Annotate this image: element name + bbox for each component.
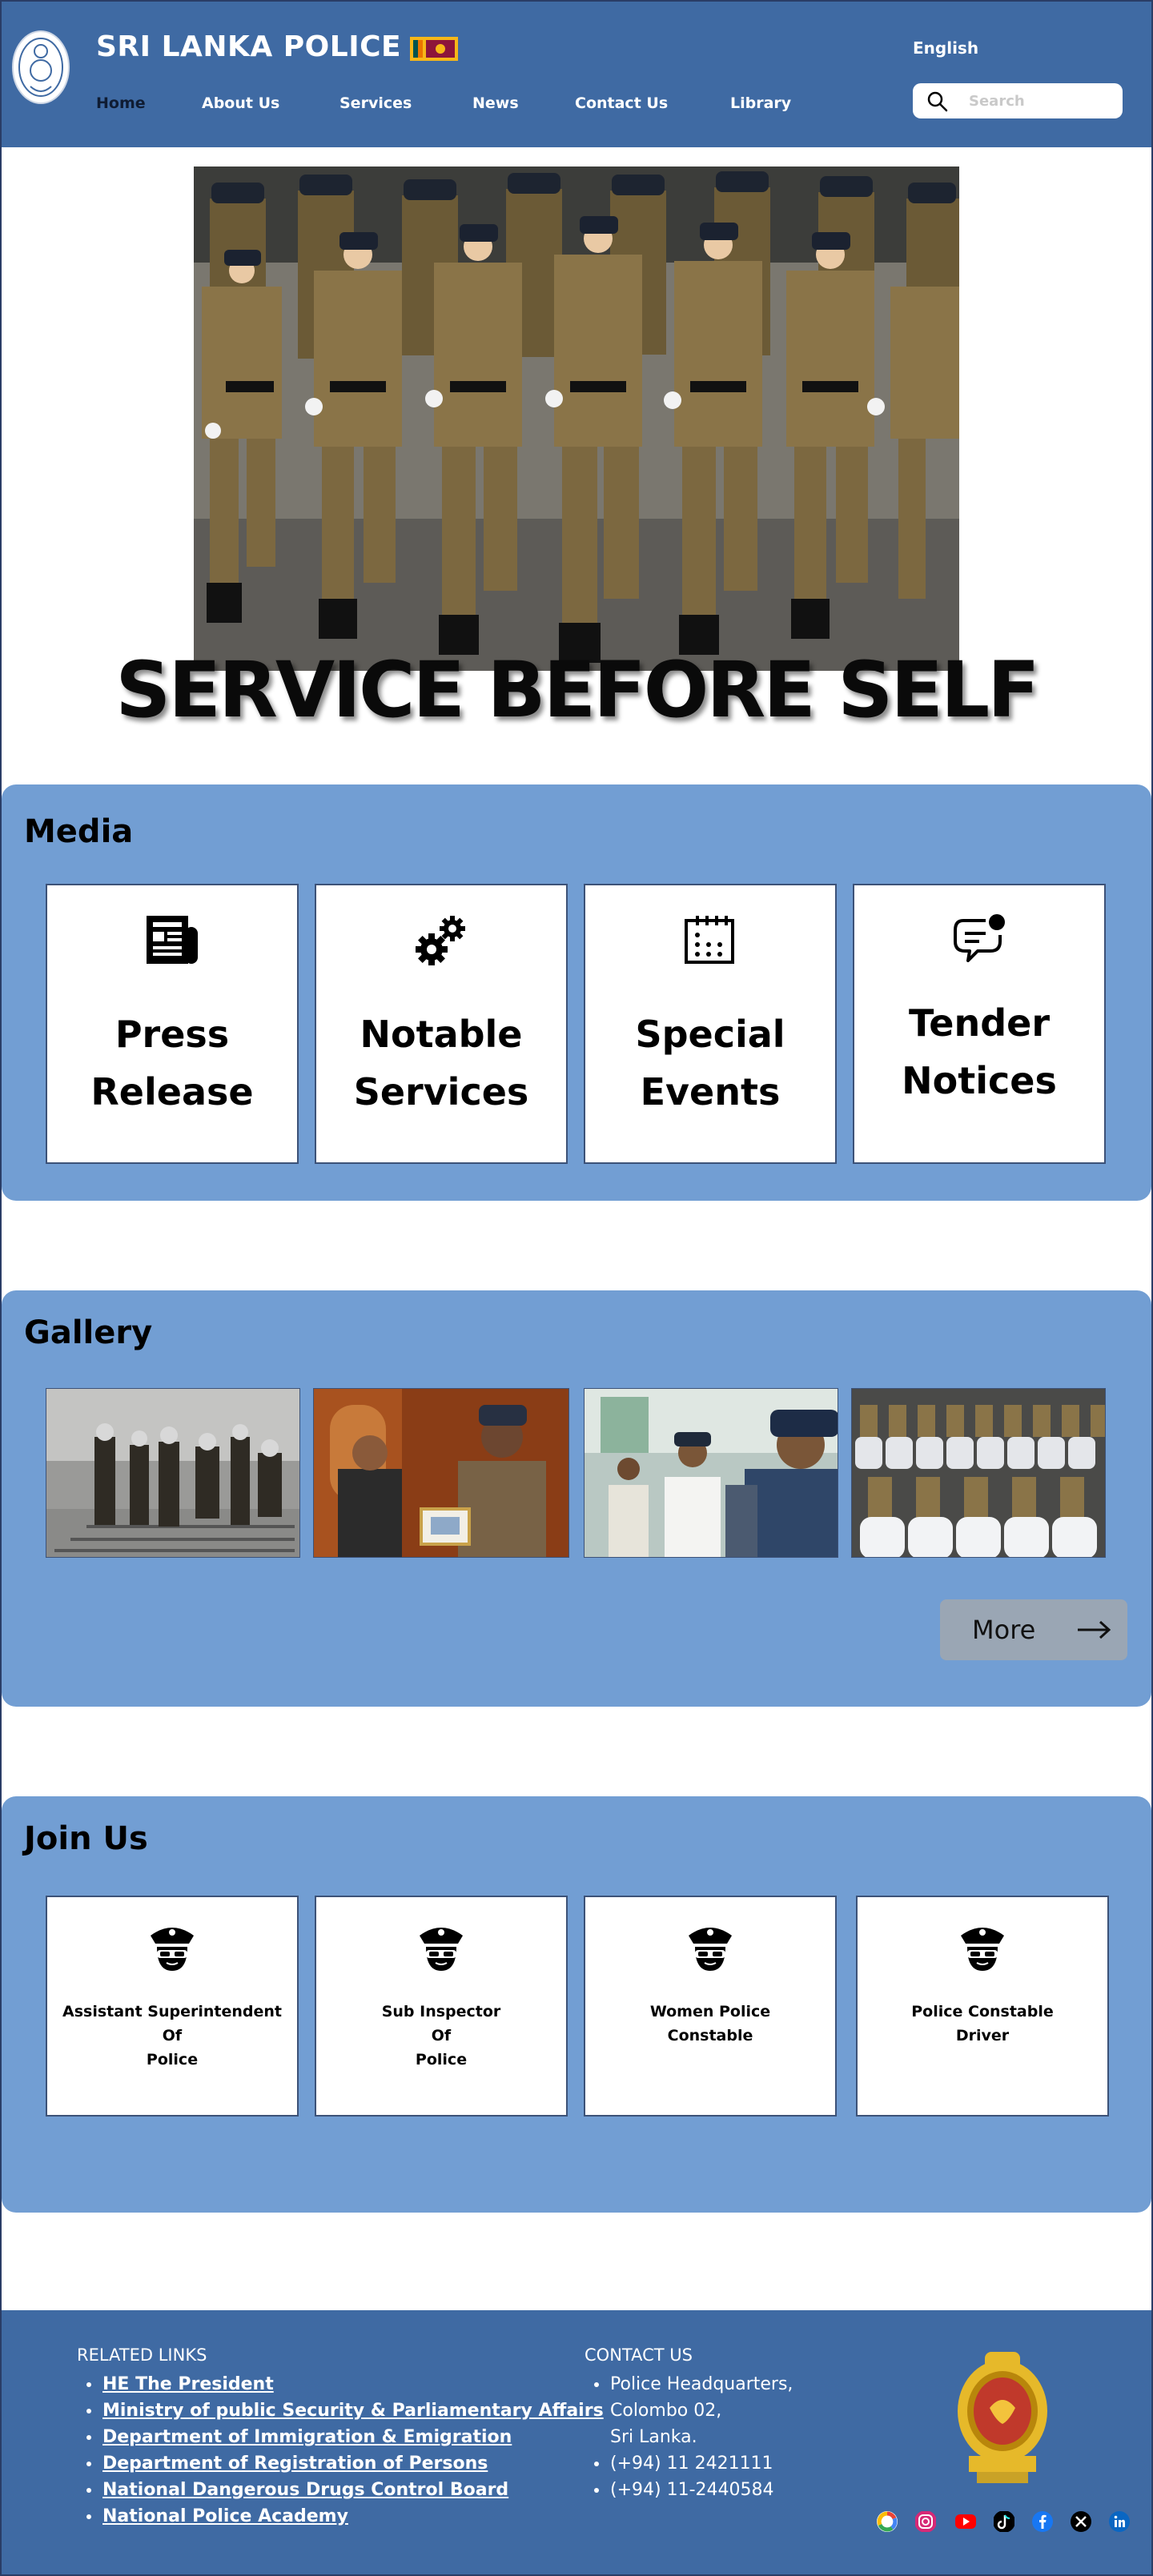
related-links-list: HE The President Ministry of public Secu… <box>77 2371 604 2530</box>
contact-list: Police Headquarters, Colombo 02, Sri Lan… <box>585 2371 793 2503</box>
link-ministry-public-security[interactable]: Ministry of public Security & Parliament… <box>102 2401 604 2421</box>
related-link-item: Ministry of public Security & Parliament… <box>77 2397 604 2424</box>
nav-services[interactable]: Services <box>339 94 412 112</box>
gallery-more-button[interactable]: More <box>940 1599 1127 1660</box>
join-us-section-title: Join Us <box>24 1820 148 1857</box>
police-officer-icon <box>689 1928 732 1971</box>
notable-services-card[interactable]: Notable Services <box>315 884 568 1164</box>
tender-notices-card[interactable]: Tender Notices <box>853 884 1106 1164</box>
police-officer-icon <box>420 1928 463 1971</box>
hero-tagline: SERVICE BEFORE SELF <box>115 645 1039 735</box>
related-link-item: Department of Registration of Persons <box>77 2450 604 2477</box>
gears-icon <box>416 916 465 965</box>
join-card-women-police-constable[interactable]: Women Police Constable <box>584 1896 837 2117</box>
language-selector[interactable]: English <box>913 38 978 58</box>
special-events-card[interactable]: Special Events <box>584 884 837 1164</box>
join-card-sub-inspector[interactable]: Sub Inspector Of Police <box>315 1896 568 2117</box>
join-card-label: Sub Inspector Of Police <box>381 2003 501 2068</box>
related-link-item: National Police Academy <box>77 2503 604 2530</box>
x-icon[interactable] <box>1070 2510 1092 2533</box>
join-card-label: Police Constable Driver <box>911 2003 1054 2044</box>
join-card-label: Assistant Superintendent Of Police <box>62 2003 282 2068</box>
gallery-photo-officials-parade[interactable] <box>584 1388 838 1558</box>
national-emblem-logo <box>958 2352 1047 2483</box>
media-section-title: Media <box>24 813 134 850</box>
contact-address-line: Sri Lanka. <box>610 2427 697 2447</box>
police-crest-logo[interactable] <box>11 29 70 106</box>
press-release-label-line2: Release <box>90 1070 254 1113</box>
related-link-item: HE The President <box>77 2371 604 2397</box>
join-card-label: Women Police Constable <box>649 2003 771 2044</box>
link-national-police-academy[interactable]: National Police Academy <box>102 2506 348 2526</box>
special-events-label-line1: Special <box>635 1013 785 1056</box>
special-events-label-line2: Events <box>640 1070 781 1113</box>
tender-notices-label-line2: Notices <box>902 1059 1057 1102</box>
nav-news[interactable]: News <box>472 94 519 112</box>
site-title[interactable]: SRI LANKA POLICE <box>96 30 401 63</box>
related-links-heading: RELATED LINKS <box>77 2345 207 2365</box>
contact-address-line: Police Headquarters, <box>585 2371 793 2397</box>
press-release-label-line1: Press <box>114 1013 230 1056</box>
related-link-item: Department of Immigration & Emigration <box>77 2424 604 2450</box>
sri-lanka-flag-icon <box>410 37 458 61</box>
facebook-icon[interactable] <box>1031 2510 1054 2533</box>
link-immigration-emigration[interactable]: Department of Immigration & Emigration <box>102 2427 512 2447</box>
site-header: SRI LANKA POLICE Home About Us Services … <box>0 0 1153 147</box>
link-dangerous-drugs-board[interactable]: National Dangerous Drugs Control Board <box>102 2480 508 2500</box>
link-registration-of-persons[interactable]: Department of Registration of Persons <box>102 2454 488 2474</box>
contact-phone[interactable]: (+94) 11-2440584 <box>585 2477 793 2503</box>
chat-notification-icon <box>954 914 1005 962</box>
hero-image-police-parade <box>194 167 959 671</box>
youtube-icon[interactable] <box>954 2510 977 2533</box>
join-card-assistant-superintendent[interactable]: Assistant Superintendent Of Police <box>46 1896 299 2117</box>
gallery-photo-riot-police[interactable] <box>46 1388 300 1558</box>
nav-home[interactable]: Home <box>96 94 146 112</box>
tiktok-icon[interactable] <box>993 2510 1015 2533</box>
arrow-right-icon <box>1078 1620 1111 1639</box>
calendar-icon <box>685 916 734 964</box>
join-card-police-constable-driver[interactable]: Police Constable Driver <box>856 1896 1109 2117</box>
contact-phone[interactable]: (+94) 11 2421111 <box>585 2450 793 2477</box>
google-icon[interactable] <box>876 2510 898 2533</box>
contact-address-line: Colombo 02, <box>610 2401 722 2421</box>
search-box[interactable] <box>913 83 1123 118</box>
contact-us-heading: CONTACT US <box>585 2345 693 2365</box>
police-officer-icon <box>151 1928 194 1971</box>
search-input[interactable] <box>969 90 1113 112</box>
press-release-card[interactable]: Press Release <box>46 884 299 1164</box>
newspaper-icon <box>147 916 198 964</box>
search-icon[interactable] <box>927 91 948 112</box>
gallery-section-title: Gallery <box>24 1314 153 1351</box>
police-officer-icon <box>961 1928 1004 1971</box>
nav-contact-us[interactable]: Contact Us <box>575 94 668 112</box>
instagram-icon[interactable] <box>914 2510 937 2533</box>
more-button-label: More <box>972 1615 1036 1645</box>
nav-about-us[interactable]: About Us <box>202 94 279 112</box>
notable-services-label-line2: Services <box>353 1070 529 1113</box>
nav-library[interactable]: Library <box>730 94 791 112</box>
gallery-photo-motorcycle-unit[interactable] <box>851 1388 1106 1558</box>
link-he-the-president[interactable]: HE The President <box>102 2374 274 2394</box>
related-link-item: National Dangerous Drugs Control Board <box>77 2477 604 2503</box>
linkedin-icon[interactable] <box>1108 2510 1131 2533</box>
gallery-photo-award-ceremony[interactable] <box>313 1388 569 1558</box>
notable-services-label-line1: Notable <box>360 1013 523 1056</box>
tender-notices-label-line1: Tender <box>908 1001 1051 1045</box>
